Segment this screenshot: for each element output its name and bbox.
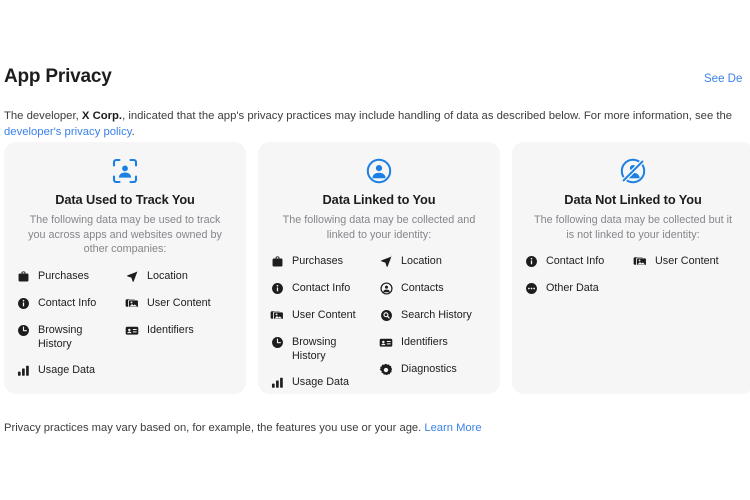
data-item-column: Purchases Contact Info User Content Browsin… <box>270 254 379 394</box>
header: App Privacy See Details <box>0 66 750 92</box>
data-item-label: Other Data <box>546 282 599 294</box>
data-item: User Content <box>270 308 379 323</box>
card-data-items: Purchases Contact Info Browsing History Usa… <box>16 269 234 390</box>
data-item-label: Search History <box>401 309 472 321</box>
privacy-card: Data Linked to You The following data may… <box>258 142 500 394</box>
data-item-label: Contact Info <box>38 296 97 309</box>
data-item-column: Purchases Contact Info Browsing History Usa… <box>16 269 125 390</box>
data-item: User Content <box>125 296 234 311</box>
person-in-viewfinder-icon <box>16 156 234 186</box>
data-item-label: User Content <box>147 296 211 309</box>
data-item-column: Location User Content Identifiers <box>125 269 234 390</box>
data-item-label: Diagnostics <box>401 363 457 375</box>
data-item: Contact Info <box>524 254 633 269</box>
data-item-label: Contacts <box>401 282 444 294</box>
card-title: Data Linked to You <box>322 192 436 207</box>
data-item: Usage Data <box>270 375 379 390</box>
data-item-label: User Content <box>655 255 719 267</box>
page-title: App Privacy <box>4 66 112 87</box>
location-icon <box>379 254 393 269</box>
user-content-icon <box>125 296 139 311</box>
data-item-label: Location <box>401 255 442 267</box>
purchases-icon <box>16 269 30 284</box>
learn-more-link[interactable]: Learn More <box>424 422 481 434</box>
contact-info-icon <box>524 254 538 269</box>
data-item: Browsing History <box>16 323 125 351</box>
footer-text: Privacy practices may vary based on, for… <box>4 422 425 435</box>
browsing-history-icon <box>270 335 284 350</box>
card-data-items: Purchases Contact Info User Content Browsin… <box>270 254 488 394</box>
browsing-history-icon <box>16 323 30 338</box>
card-title: Data Used to Track You <box>55 192 195 207</box>
data-item-label: Browsing History <box>38 323 83 350</box>
location-icon <box>125 269 139 284</box>
card-data-items: Contact Info Other Data User Content <box>524 254 742 308</box>
app-privacy-page: App Privacy See Details The developer, X… <box>0 0 750 500</box>
intro-text-before: The developer, <box>4 110 82 123</box>
user-content-icon <box>270 308 284 323</box>
data-item-label: Usage Data <box>292 376 350 388</box>
data-item-column: Location Contacts Search History Identifier… <box>379 254 488 394</box>
data-item: User Content <box>633 254 742 269</box>
data-item: Contacts <box>379 281 488 296</box>
footer-note: Privacy practices may vary based on, for… <box>4 420 744 436</box>
diagnostics-icon <box>379 362 393 377</box>
data-item-label: Purchases <box>38 269 90 282</box>
developer-privacy-policy-link[interactable]: developer's privacy policy <box>4 126 132 138</box>
other-data-icon <box>524 281 538 296</box>
data-item-label: Location <box>147 269 188 282</box>
privacy-cards-container: Data Used to Track You The following data… <box>4 142 750 394</box>
data-item: Other Data <box>524 281 633 296</box>
usage-data-icon <box>16 363 30 378</box>
data-item-label: Purchases <box>292 255 344 267</box>
privacy-card: Data Used to Track You The following data… <box>4 142 246 394</box>
data-item: Search History <box>379 308 488 323</box>
data-item-label: Contact Info <box>546 255 605 267</box>
data-item: Usage Data <box>16 363 125 378</box>
data-item: Location <box>379 254 488 269</box>
privacy-card: Data Not Linked to You The following data… <box>512 142 750 394</box>
card-subtitle: The following data may be used to track … <box>28 214 222 255</box>
intro-text-end: . <box>131 125 135 138</box>
data-item: Purchases <box>270 254 379 269</box>
card-title: Data Not Linked to You <box>564 192 702 207</box>
data-item-label: Contact Info <box>292 282 351 294</box>
data-item-column: Contact Info Other Data <box>524 254 633 308</box>
data-item: Purchases <box>16 269 125 284</box>
data-item: Diagnostics <box>379 362 488 377</box>
card-subtitle: The following data may be collected and … <box>282 214 476 241</box>
intro-paragraph: The developer, X Corp., indicated that t… <box>4 109 744 140</box>
data-item: Identifiers <box>125 323 234 338</box>
person-in-circle-icon <box>270 156 488 186</box>
search-history-icon <box>379 308 393 323</box>
data-item: Location <box>125 269 234 284</box>
contacts-icon <box>379 281 393 296</box>
data-item: Identifiers <box>379 335 488 350</box>
data-item-label: User Content <box>292 309 356 321</box>
data-item-label: Identifiers <box>401 336 448 348</box>
intro-text-after: , indicated that the app's privacy pract… <box>122 110 733 123</box>
see-details-link[interactable]: See Details <box>704 71 742 87</box>
data-item-label: Browsing History <box>292 336 337 362</box>
developer-name: X Corp. <box>81 110 123 123</box>
usage-data-icon <box>270 375 284 390</box>
contact-info-icon <box>270 281 284 296</box>
contact-info-icon <box>16 296 30 311</box>
card-subtitle: The following data may be collected but … <box>533 214 733 241</box>
data-item: Browsing History <box>270 335 379 363</box>
data-item: Contact Info <box>16 296 125 311</box>
user-content-icon <box>633 254 647 269</box>
person-in-circle-slashed-icon <box>524 156 742 186</box>
purchases-icon <box>270 254 284 269</box>
data-item-column: User Content <box>633 254 742 308</box>
identifiers-icon <box>125 323 139 338</box>
data-item-label: Usage Data <box>38 363 96 376</box>
data-item: Contact Info <box>270 281 379 296</box>
identifiers-icon <box>379 335 393 350</box>
data-item-label: Identifiers <box>147 323 194 336</box>
